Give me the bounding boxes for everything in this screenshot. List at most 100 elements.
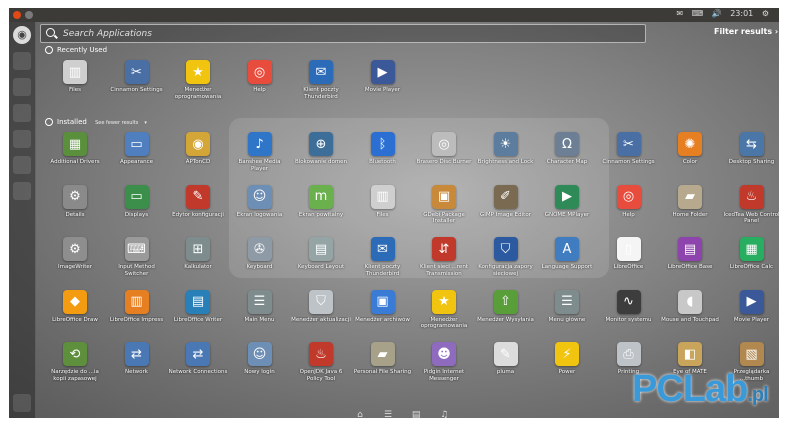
app-launcher-item[interactable]: ⌨ Input Method Switcher bbox=[107, 237, 167, 277]
app-label: OpenJDK Java 6 Policy Tool bbox=[299, 369, 343, 382]
app-launcher-item[interactable]: ◎ Brasero Disc Burner bbox=[414, 132, 474, 166]
power-menu-icon[interactable]: ⚙ bbox=[762, 9, 769, 18]
see-fewer-results-link[interactable]: See fewer results bbox=[95, 120, 138, 126]
app-launcher-item[interactable]: ⇵ Klient sieci ...rent Transmission bbox=[414, 237, 474, 277]
dash-home-button[interactable]: ◉ bbox=[13, 26, 31, 44]
app-launcher-item[interactable]: ✂ Cinnamon Settings bbox=[599, 132, 659, 166]
app-launcher-item[interactable]: ☰ Main Menu bbox=[230, 289, 290, 324]
app-launcher-item[interactable]: ☺ Nowy login bbox=[230, 342, 290, 376]
mail-icon[interactable]: ✉ bbox=[676, 9, 683, 18]
launcher-slot[interactable] bbox=[13, 156, 31, 174]
music-icon[interactable]: ♫ bbox=[438, 410, 450, 418]
desktop-share-icon: ⇆ bbox=[739, 132, 764, 156]
app-launcher-item[interactable]: ◎ Help bbox=[230, 60, 290, 94]
app-launcher-item[interactable]: ★ Menedżer oprogramowania bbox=[414, 289, 474, 330]
app-launcher-item[interactable]: ▦ Additional Drivers bbox=[45, 132, 105, 166]
app-launcher-item[interactable]: ⚡ Power bbox=[537, 342, 597, 376]
app-launcher-item[interactable]: ⇆ Desktop Sharing bbox=[722, 132, 780, 166]
app-launcher-item[interactable]: ▤ LibreOffice Base bbox=[660, 237, 720, 271]
app-label: Klient poczty Thunderbird bbox=[364, 264, 401, 277]
app-launcher-item[interactable]: A Language Support bbox=[537, 237, 597, 271]
app-launcher-item[interactable]: ▶ GNOME MPlayer bbox=[537, 184, 597, 219]
app-launcher-item[interactable]: ⇄ Network Connections bbox=[168, 342, 228, 376]
app-launcher-item[interactable]: ▯ LibreOffice bbox=[599, 237, 659, 271]
app-launcher-item[interactable]: ✇ Keyboard bbox=[230, 237, 290, 271]
clock[interactable]: 23:01 bbox=[730, 9, 753, 18]
app-launcher-item[interactable]: ▶ Movie Player bbox=[353, 60, 413, 94]
app-launcher-item[interactable]: ◎ Help bbox=[599, 184, 659, 219]
app-label: APTonCD bbox=[185, 159, 211, 165]
app-launcher-item[interactable]: ▥ Files bbox=[353, 184, 413, 219]
app-launcher-item[interactable]: ✉ Klient poczty Thunderbird bbox=[291, 60, 351, 100]
app-launcher-item[interactable]: ★ Menedżer oprogramowania bbox=[168, 60, 228, 100]
app-launcher-item[interactable]: ⊞ Kalkulator bbox=[168, 237, 228, 271]
app-launcher-item[interactable]: ♨ IcedTea Web Control Panel bbox=[722, 184, 779, 225]
network-icon: ⇄ bbox=[124, 342, 149, 366]
app-launcher-item[interactable]: ▰ Personal File Sharing bbox=[353, 342, 413, 376]
app-launcher-item[interactable]: ▤ Keyboard Layout bbox=[291, 237, 351, 271]
app-launcher-item[interactable]: ☀ Brightness and Lock bbox=[476, 132, 536, 166]
app-launcher-item[interactable]: ⟲ Narzędzie do ...ia kopii zapasowej bbox=[45, 342, 105, 382]
app-launcher-item[interactable]: ∿ Monitor systemu bbox=[599, 289, 659, 324]
launcher-slot[interactable] bbox=[13, 78, 31, 96]
app-launcher-item[interactable]: Ω Character Map bbox=[537, 132, 597, 166]
app-launcher-item[interactable]: ▣ GDebi Package Installer bbox=[414, 184, 474, 225]
app-launcher-item[interactable]: ◖ Mouse and Touchpad bbox=[660, 289, 720, 324]
app-label: GDebi Package Installer bbox=[423, 211, 465, 225]
app-launcher-item[interactable]: ▶ Movie Player bbox=[722, 289, 780, 324]
app-launcher-item[interactable]: m Ekran powitalny bbox=[291, 184, 351, 219]
app-launcher-item[interactable]: ✺ Color bbox=[660, 132, 720, 166]
app-label: LibreOffice Impress bbox=[109, 316, 164, 323]
app-launcher-item[interactable]: ✎ Edytor konfiguracji bbox=[168, 184, 228, 219]
app-launcher-item[interactable]: ▦ LibreOffice Calc bbox=[722, 237, 780, 271]
apps-icon[interactable]: ☰ bbox=[382, 410, 394, 418]
app-launcher-item[interactable]: ✎ pluma bbox=[476, 342, 536, 376]
app-launcher-item[interactable]: ▥ Files bbox=[45, 60, 105, 94]
app-label: Displays bbox=[124, 211, 149, 218]
minimize-dash-button[interactable] bbox=[25, 11, 33, 19]
keyboard-icon[interactable]: ⌨ bbox=[692, 9, 704, 18]
close-dash-button[interactable] bbox=[13, 11, 21, 19]
app-launcher-item[interactable]: ✂ Cinnamon Settings bbox=[107, 60, 167, 94]
app-label: LibreOffice bbox=[613, 264, 644, 270]
app-launcher-item[interactable]: ⚙ ImageWriter bbox=[45, 237, 105, 271]
launcher-slot[interactable] bbox=[13, 182, 31, 200]
app-launcher-item[interactable]: ▥ LibreOffice Impress bbox=[107, 289, 167, 324]
volume-icon[interactable]: 🔊 bbox=[712, 9, 722, 18]
app-launcher-item[interactable]: ⇄ Network bbox=[107, 342, 167, 376]
app-launcher-item[interactable]: ☺ Ekran logowania bbox=[230, 184, 290, 219]
app-launcher-item[interactable]: ▭ Displays bbox=[107, 184, 167, 219]
app-launcher-item[interactable]: ▰ Home Folder bbox=[660, 184, 720, 219]
app-launcher-item[interactable]: ✉ Klient poczty Thunderbird bbox=[353, 237, 413, 277]
check-icon bbox=[45, 118, 53, 126]
app-launcher-item[interactable]: ⛉ Menedżer aktualizacji bbox=[291, 289, 351, 324]
app-launcher-item[interactable]: ᛒ Bluetooth bbox=[353, 132, 413, 166]
app-launcher-item[interactable]: ☰ Menu główne bbox=[537, 289, 597, 324]
trash-icon[interactable] bbox=[13, 394, 31, 412]
app-launcher-item[interactable]: ◉ APTonCD bbox=[168, 132, 228, 166]
app-launcher-item[interactable]: ▭ Appearance bbox=[107, 132, 167, 166]
launcher-slot[interactable] bbox=[13, 130, 31, 148]
app-launcher-item[interactable]: ☻ Pidgin Internet Messenger bbox=[414, 342, 474, 382]
app-launcher-item[interactable]: ♨ OpenJDK Java 6 Policy Tool bbox=[291, 342, 351, 382]
app-launcher-item[interactable]: ✐ GIMP Image Editor bbox=[476, 184, 536, 219]
files-icon[interactable]: ▤ bbox=[410, 410, 422, 418]
app-launcher-item[interactable]: ◆ LibreOffice Draw bbox=[45, 289, 105, 324]
app-launcher-item[interactable]: ▤ LibreOffice Writer bbox=[168, 289, 228, 324]
app-label: Character Map bbox=[546, 159, 588, 165]
filter-results-button[interactable]: Filter results › bbox=[714, 27, 778, 36]
app-launcher-item[interactable]: ⊕ Blokowanie domen bbox=[291, 132, 351, 166]
home-icon[interactable]: ⌂ bbox=[354, 410, 366, 418]
app-launcher-item[interactable]: ♪ Banshee Media Player bbox=[230, 132, 290, 172]
app-launcher-item[interactable]: ⛉ Konfiguracja zapory sieciowej bbox=[476, 237, 536, 277]
app-launcher-item[interactable]: ⚙ Details bbox=[45, 184, 105, 219]
document-icon: ▯ bbox=[616, 237, 641, 261]
launcher-slot[interactable] bbox=[13, 52, 31, 70]
app-label: Cinnamon Settings bbox=[602, 159, 655, 165]
app-launcher-item[interactable]: ⇧ Menedżer Wysyłania bbox=[476, 289, 536, 324]
search-input[interactable] bbox=[61, 26, 625, 41]
search-bar[interactable] bbox=[40, 24, 646, 43]
launcher-slot[interactable] bbox=[13, 104, 31, 122]
app-launcher-item[interactable]: ▣ Menedżer archiwów bbox=[353, 289, 413, 324]
chevron-down-icon: ▾ bbox=[144, 120, 147, 126]
